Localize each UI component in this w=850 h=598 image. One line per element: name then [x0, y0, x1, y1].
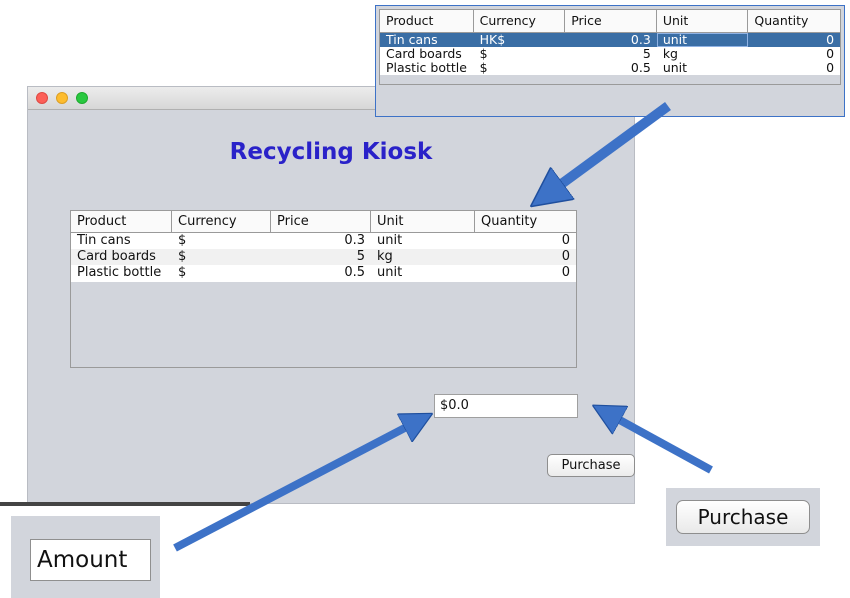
- amount-field[interactable]: $0.0: [434, 394, 578, 418]
- column-header-price[interactable]: Price: [271, 211, 371, 232]
- cell-price: 0.5: [630, 61, 651, 75]
- cell-quantity[interactable]: 0: [748, 47, 840, 61]
- table-row-selected[interactable]: Tin cans HK$ 0.3 unit 0: [380, 33, 840, 47]
- table-header: Product Currency Price Unit Quantity: [71, 211, 576, 233]
- cell-quantity[interactable]: 0: [475, 233, 576, 249]
- zoomed-amount-field[interactable]: Amount: [30, 539, 151, 581]
- cell-unit: kg: [662, 47, 678, 61]
- minimize-window-button[interactable]: [56, 92, 68, 104]
- cell-currency: $: [178, 233, 187, 248]
- zoomed-purchase-button[interactable]: Purchase: [676, 500, 810, 534]
- cell-currency: $: [479, 47, 488, 61]
- table-row[interactable]: Plastic bottle $ 0.5 unit 0: [71, 265, 576, 281]
- column-header-price[interactable]: Price: [565, 10, 657, 32]
- table-empty-area: [380, 75, 840, 84]
- cell-product: Tin cans: [77, 233, 131, 248]
- column-header-quantity[interactable]: Quantity: [475, 211, 576, 232]
- column-header-quantity[interactable]: Quantity: [748, 10, 840, 32]
- cell-product: Card boards: [77, 249, 156, 264]
- zoomed-amount-callout: Amount: [11, 516, 160, 598]
- cell-currency: $: [178, 249, 187, 264]
- product-table[interactable]: Product Currency Price Unit Quantity Tin…: [70, 210, 577, 368]
- cell-product: Tin cans: [386, 33, 438, 47]
- cell-currency: HK$: [479, 33, 506, 47]
- cell-unit: unit: [662, 61, 688, 75]
- cell-product: Plastic bottle: [77, 265, 162, 280]
- column-header-product[interactable]: Product: [71, 211, 172, 232]
- cell-price: 5: [642, 47, 651, 61]
- page-title: Recycling Kiosk: [229, 139, 433, 165]
- cell-quantity[interactable]: 0: [475, 249, 576, 265]
- background-strip: [0, 502, 250, 506]
- column-header-currency[interactable]: Currency: [172, 211, 271, 232]
- cell-price: 5: [356, 249, 365, 264]
- table-header: Product Currency Price Unit Quantity: [380, 10, 840, 33]
- column-header-product[interactable]: Product: [380, 10, 474, 32]
- table-row[interactable]: Plastic bottle $ 0.5 unit 0: [380, 61, 840, 75]
- table-row[interactable]: Tin cans $ 0.3 unit 0: [71, 233, 576, 249]
- cell-currency: $: [479, 61, 488, 75]
- cell-unit: unit: [377, 233, 403, 248]
- zoomed-purchase-callout: Purchase: [666, 488, 820, 546]
- cell-quantity[interactable]: 0: [475, 265, 576, 281]
- zoomed-table-callout: Product Currency Price Unit Quantity Tin…: [375, 5, 845, 117]
- column-header-unit[interactable]: Unit: [657, 10, 749, 32]
- cell-product: Card boards: [386, 47, 462, 61]
- zoomed-product-table[interactable]: Product Currency Price Unit Quantity Tin…: [379, 9, 841, 85]
- cell-quantity[interactable]: 0: [748, 61, 840, 75]
- zoom-window-button[interactable]: [76, 92, 88, 104]
- recycling-kiosk-window: Recycling Kiosk Product Currency Price U…: [27, 86, 635, 504]
- cell-unit: kg: [377, 249, 393, 264]
- cell-unit-editing[interactable]: unit: [656, 33, 749, 47]
- close-window-button[interactable]: [36, 92, 48, 104]
- cell-currency: $: [178, 265, 187, 280]
- purchase-button[interactable]: Purchase: [547, 454, 635, 477]
- cell-price: 0.5: [344, 265, 365, 280]
- table-row[interactable]: Card boards $ 5 kg 0: [71, 249, 576, 265]
- cell-unit: unit: [377, 265, 403, 280]
- column-header-currency[interactable]: Currency: [474, 10, 566, 32]
- table-empty-area: [71, 282, 576, 367]
- cell-price: 0.3: [344, 233, 365, 248]
- column-header-unit[interactable]: Unit: [371, 211, 475, 232]
- cell-product: Plastic bottle: [386, 61, 467, 75]
- table-row[interactable]: Card boards $ 5 kg 0: [380, 47, 840, 61]
- cell-quantity[interactable]: 0: [748, 33, 840, 47]
- cell-price: 0.3: [630, 33, 651, 47]
